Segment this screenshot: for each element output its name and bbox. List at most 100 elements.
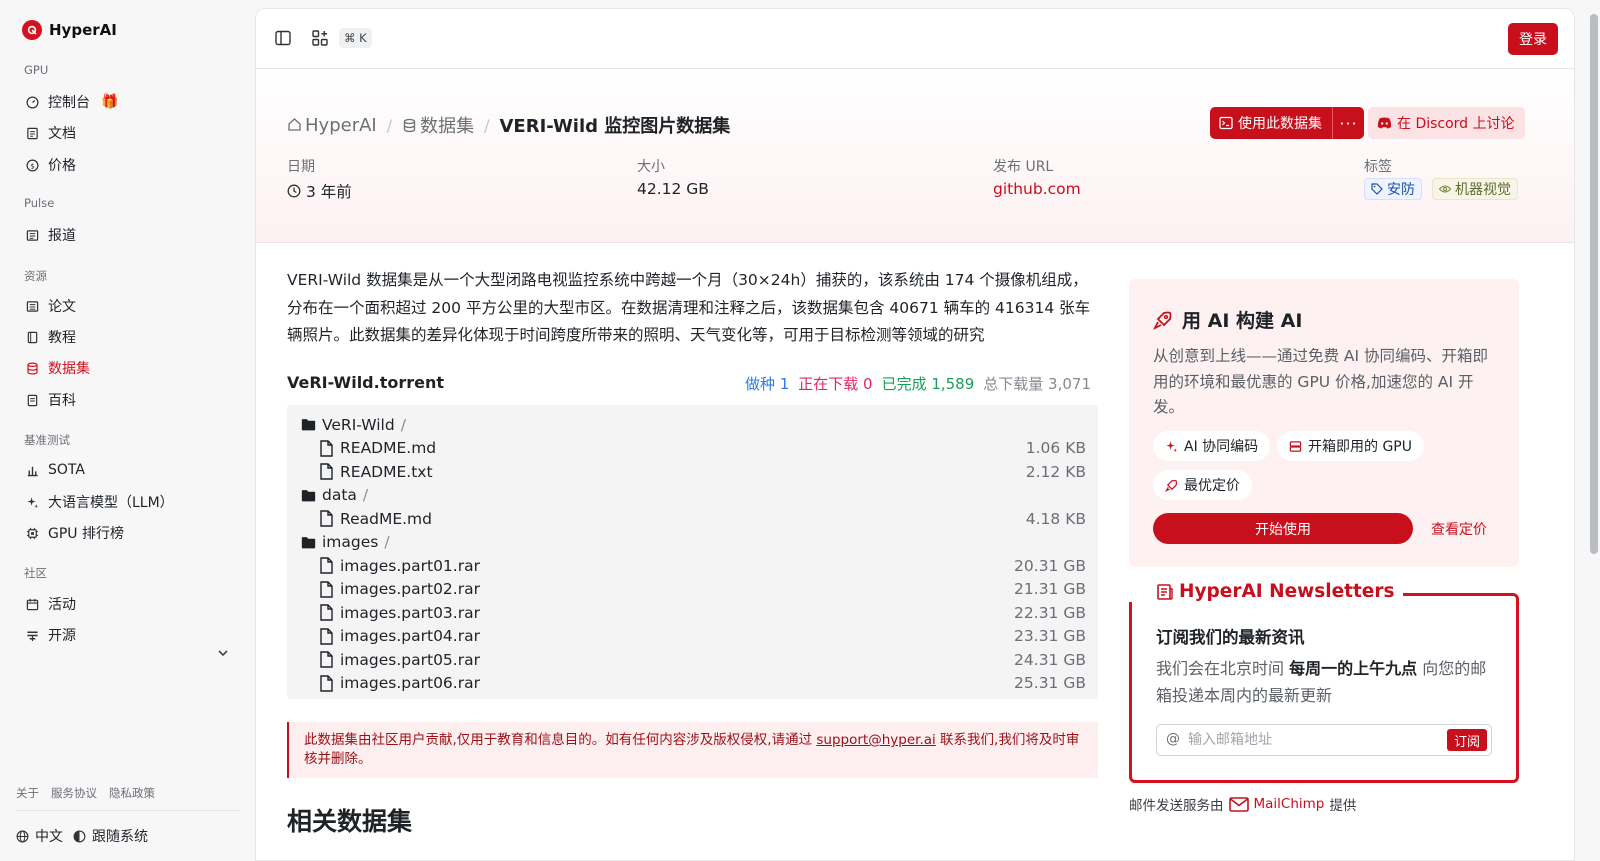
login-button[interactable]: 登录 (1508, 23, 1558, 55)
sidebar-item-label: 数据集 (48, 361, 90, 377)
section-title-pulse: Pulse (24, 196, 55, 210)
clock-icon (287, 184, 301, 198)
divider (16, 810, 240, 811)
discord-icon (1377, 117, 1392, 129)
sidebar-item-label: 控制台 (48, 95, 90, 111)
sidebar-item-papers[interactable]: 论文 (26, 295, 76, 317)
folder-row[interactable]: images / (287, 531, 1098, 555)
file-row[interactable]: README.md 1.06 KB (287, 437, 1098, 461)
sidebar-toggle-icon[interactable] (274, 29, 292, 47)
newsletter-heading: HyperAI Newsletters (1129, 581, 1403, 602)
folder-row[interactable]: VeRI-Wild / (287, 413, 1098, 437)
chip-label: 开箱即用的 GPU (1308, 439, 1412, 455)
file-row[interactable]: images.part03.rar 22.31 GB (287, 601, 1098, 625)
newsletter-description: 我们会在北京时间 每周一的上午九点 向您的邮箱投递本周内的最新更新 (1156, 655, 1496, 709)
sidebar-item-opensource[interactable]: 开源 (26, 624, 76, 646)
sidebar-item-console[interactable]: 控制台 🎁 (26, 91, 118, 113)
tree-item-name: README.txt (319, 463, 433, 481)
eye-icon (1439, 185, 1451, 193)
tree-item-label: images.part02.rar (340, 580, 480, 599)
sidebar-item-tutorials[interactable]: 教程 (26, 326, 76, 348)
theme-icon (73, 830, 86, 842)
ai-card-title-text: 用 AI 构建 AI (1182, 310, 1303, 332)
subscribe-button[interactable]: 订阅 (1446, 729, 1487, 751)
tag-security[interactable]: 安防 (1364, 178, 1422, 200)
view-pricing-link[interactable]: 查看定价 (1431, 519, 1487, 539)
chevron-down-icon[interactable] (217, 647, 229, 659)
tree-item-name: images.part05.rar (319, 651, 480, 669)
sidebar-item-events[interactable]: 活动 (26, 593, 76, 615)
support-email-link[interactable]: support@hyper.ai (816, 732, 935, 748)
tree-item-name: images.part03.rar (319, 604, 480, 622)
use-dataset-button[interactable]: 使用此数据集 (1210, 107, 1333, 139)
breadcrumb-separator: / (484, 115, 490, 135)
sidebar-item-label: 文档 (48, 126, 76, 142)
newspaper-icon (1157, 583, 1173, 600)
folder-row[interactable]: data / (287, 484, 1098, 508)
file-row[interactable]: images.part01.rar 20.31 GB (287, 554, 1098, 578)
sidebar-item-docs[interactable]: 文档 (26, 122, 76, 144)
section-title-gpu: GPU (24, 63, 49, 77)
command-shortcut[interactable]: ⌘ K (339, 28, 372, 48)
file-icon (320, 440, 333, 457)
page-scrollbar[interactable] (1590, 14, 1598, 554)
file-row[interactable]: images.part05.rar 24.31 GB (287, 648, 1098, 672)
sidebar-item-gpu-leaderboard[interactable]: GPU 排行榜 (26, 522, 124, 544)
language-switcher[interactable]: 中文 (16, 826, 63, 846)
sidebar-item-llm[interactable]: 大语言模型（LLM） (26, 491, 174, 513)
seeding-count: 做种 1 (744, 375, 790, 393)
provider-text-post: 提供 (1329, 798, 1357, 814)
sidebar-item-label: 价格 (48, 158, 76, 174)
home-icon (288, 117, 301, 131)
email-input[interactable] (1188, 729, 1428, 751)
get-started-button[interactable]: 开始使用 (1153, 513, 1413, 544)
total-downloads: 总下载量 3,071 (983, 375, 1091, 393)
sidebar-item-label: 教程 (48, 330, 76, 346)
chip-ai-coding[interactable]: AI 协同编码 (1153, 431, 1271, 461)
sparkle-icon (27, 496, 39, 508)
file-row[interactable]: images.part02.rar 21.31 GB (287, 578, 1098, 602)
file-icon (320, 463, 333, 480)
tree-item-name: images.part02.rar (319, 580, 480, 598)
chip-gpu[interactable]: 开箱即用的 GPU (1277, 431, 1424, 461)
chip-icon (26, 527, 39, 539)
file-icon (320, 557, 333, 574)
file-row[interactable]: README.txt 2.12 KB (287, 460, 1098, 484)
sidebar-item-news[interactable]: 报道 (26, 224, 76, 246)
sidebar-item-datasets[interactable]: 数据集 (26, 357, 90, 379)
footer-link-privacy[interactable]: 隐私政策 (109, 785, 155, 801)
mailchimp-link[interactable]: MailChimp (1228, 796, 1324, 812)
ai-promo-card: 用 AI 构建 AI 从创意到上线——通过免费 AI 协同编码、开箱即用的环境和… (1129, 279, 1519, 567)
tree-item-label: images.part04.rar (340, 627, 480, 646)
path-separator: / (400, 415, 406, 434)
file-row[interactable]: ReadME.md 4.18 KB (287, 507, 1098, 531)
sidebar-item-wiki[interactable]: 百科 (26, 389, 76, 411)
file-tree: VeRI-Wild / README.md 1.06 KB README.txt 2.12… (287, 405, 1098, 699)
sidebar-item-pricing[interactable]: $ 价格 (26, 154, 76, 176)
file-row[interactable]: images.part04.rar 23.31 GB (287, 625, 1098, 649)
breadcrumb-datasets[interactable]: 数据集 (402, 112, 474, 138)
footer-link-terms[interactable]: 服务协议 (51, 785, 97, 801)
discord-button[interactable]: 在 Discord 上讨论 (1368, 107, 1525, 139)
more-actions-button[interactable]: ··· (1333, 107, 1364, 139)
tag-machine-vision[interactable]: 机器视觉 (1432, 178, 1518, 200)
source-url-link[interactable]: github.com (993, 180, 1081, 198)
provider-text-pre: 邮件发送服务由 (1129, 798, 1224, 814)
theme-switcher[interactable]: 跟随系统 (73, 826, 148, 846)
language-label: 中文 (35, 829, 63, 845)
footer-link-about[interactable]: 关于 (16, 785, 39, 801)
breadcrumb-home[interactable]: HyperAI (287, 115, 377, 136)
sidebar-item-label: 论文 (48, 299, 76, 315)
book-icon (27, 331, 38, 343)
file-row[interactable]: images.part06.rar 25.31 GB (287, 672, 1098, 696)
sidebar-item-sota[interactable]: SOTA (26, 459, 85, 481)
hyperai-logo-icon (22, 20, 42, 40)
tags-label: 标签 (1364, 159, 1392, 175)
brand-logo-link[interactable]: HyperAI (22, 20, 117, 40)
tag-icon (1371, 183, 1383, 195)
file-size: 25.31 GB (1014, 674, 1086, 693)
sidebar-item-label: GPU 排行榜 (48, 526, 124, 542)
newsletter-desc-bold: 每周一的上午九点 (1289, 659, 1418, 678)
apps-grid-icon[interactable] (311, 29, 329, 47)
chip-pricing[interactable]: 最优定价 (1153, 470, 1252, 500)
